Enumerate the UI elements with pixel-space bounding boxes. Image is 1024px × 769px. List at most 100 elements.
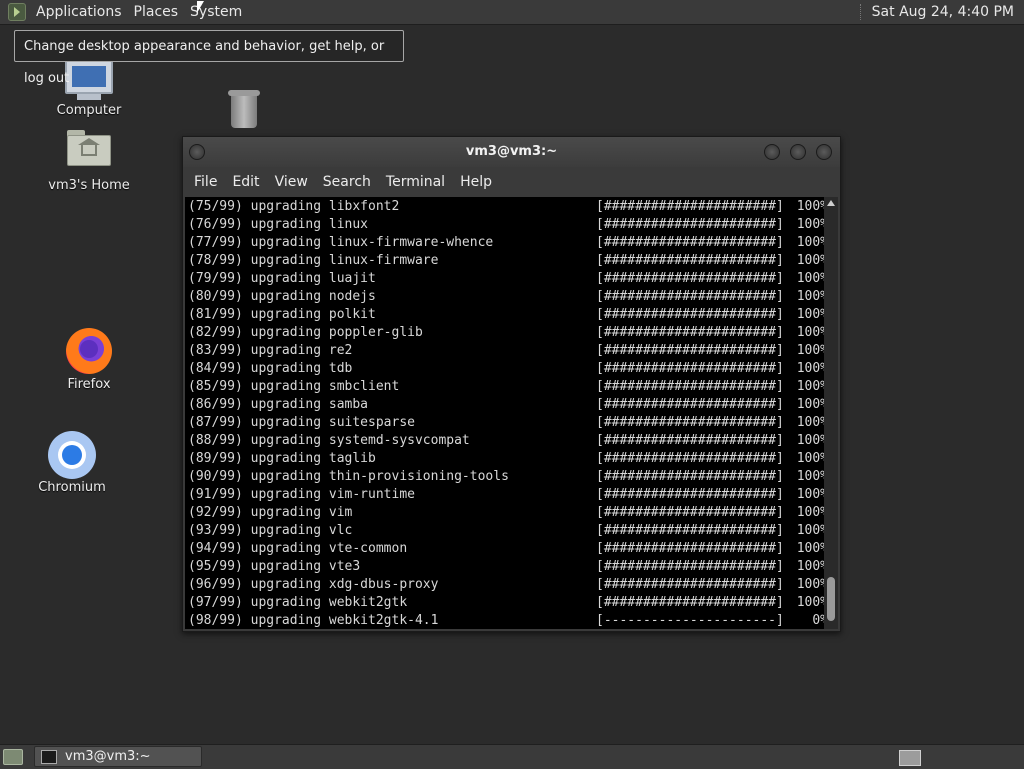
terminal-progress-bar: [######################]: [596, 199, 784, 214]
maximize-button[interactable]: [790, 144, 806, 160]
terminal-line: (77/99) upgrading linux-firmware-whence […: [188, 234, 824, 252]
menu-view[interactable]: View: [268, 167, 315, 197]
terminal-line-text: (86/99) upgrading samba: [188, 397, 369, 412]
menu-system[interactable]: System: [184, 0, 248, 24]
mouse-cursor-icon: [197, 1, 204, 13]
computer-icon: [65, 60, 113, 94]
terminal-line: (76/99) upgrading linux [################…: [188, 216, 824, 234]
scrollbar-thumb[interactable]: [827, 577, 835, 621]
terminal-progress-percent: 0%: [812, 613, 824, 628]
terminal-line: (96/99) upgrading xdg-dbus-proxy [#######…: [188, 576, 824, 594]
desktop-icon-label: vm3's Home: [48, 178, 130, 193]
terminal-line: (92/99) upgrading vim [##################…: [188, 504, 824, 522]
terminal-progress-bar: [######################]: [596, 505, 784, 520]
terminal-progress-bar: [######################]: [596, 361, 784, 376]
menu-search[interactable]: Search: [316, 167, 378, 197]
terminal-progress-percent: 100%: [796, 271, 824, 286]
terminal-progress-bar: [######################]: [596, 271, 784, 286]
terminal-line-text: (82/99) upgrading poppler-glib: [188, 325, 423, 340]
terminal-line: (75/99) upgrading libxfont2 [############…: [188, 198, 824, 216]
menu-edit[interactable]: Edit: [225, 167, 266, 197]
terminal-output[interactable]: (75/99) upgrading libxfont2 [############…: [185, 197, 824, 629]
terminal-line-text: (93/99) upgrading vlc: [188, 523, 353, 538]
minimize-button[interactable]: [764, 144, 780, 160]
taskbar-item-terminal[interactable]: vm3@vm3:~: [34, 746, 202, 767]
terminal-progress-bar: [######################]: [596, 415, 784, 430]
chromium-icon: [48, 431, 96, 479]
terminal-line: (82/99) upgrading poppler-glib [#########…: [188, 324, 824, 342]
terminal-progress-percent: 100%: [796, 307, 824, 322]
show-desktop-icon[interactable]: [3, 749, 23, 765]
terminal-line-text: (85/99) upgrading smbclient: [188, 379, 400, 394]
window-titlebar[interactable]: vm3@vm3:~: [183, 137, 840, 167]
terminal-progress-percent: 100%: [796, 559, 824, 574]
desktop-icon-home[interactable]: vm3's Home: [44, 130, 134, 193]
terminal-window[interactable]: vm3@vm3:~ File Edit View Search Terminal…: [182, 136, 841, 632]
terminal-progress-percent: 100%: [796, 541, 824, 556]
terminal-progress-bar: [######################]: [596, 433, 784, 448]
terminal-progress-percent: 100%: [796, 451, 824, 466]
clock[interactable]: Sat Aug 24, 4:40 PM: [872, 4, 1024, 20]
menu-help[interactable]: Help: [453, 167, 499, 197]
terminal-progress-percent: 100%: [796, 289, 824, 304]
terminal-line-text: (92/99) upgrading vim: [188, 505, 353, 520]
workspace-switcher-icon[interactable]: [899, 750, 921, 766]
terminal-progress-bar: [######################]: [596, 595, 784, 610]
terminal-line-text: (88/99) upgrading systemd-sysvcompat: [188, 433, 470, 448]
close-button[interactable]: [816, 144, 832, 160]
terminal-scrollbar[interactable]: [824, 197, 838, 629]
app-menu-icon[interactable]: [8, 3, 26, 21]
terminal-line-text: (96/99) upgrading xdg-dbus-proxy: [188, 577, 439, 592]
desktop-icon-trash[interactable]: [224, 88, 264, 128]
terminal-progress-percent: 100%: [796, 397, 824, 412]
trash-can: [231, 96, 257, 128]
taskbar-item-label: vm3@vm3:~: [65, 749, 151, 764]
terminal-progress-bar: [######################]: [596, 379, 784, 394]
terminal-line: (78/99) upgrading linux-firmware [#######…: [188, 252, 824, 270]
terminal-line-text: (81/99) upgrading polkit: [188, 307, 376, 322]
terminal-progress-percent: 100%: [796, 505, 824, 520]
terminal-line-text: (77/99) upgrading linux-firmware-whence: [188, 235, 494, 250]
terminal-progress-percent: 100%: [796, 217, 824, 232]
terminal-line-text: (83/99) upgrading re2: [188, 343, 353, 358]
terminal-progress-percent: 100%: [796, 415, 824, 430]
terminal-progress-bar: [######################]: [596, 541, 784, 556]
menu-places[interactable]: Places: [128, 0, 185, 24]
terminal-progress-percent: 100%: [796, 487, 824, 502]
desktop-icon-label: Firefox: [67, 377, 111, 392]
desktop-icon-label: Computer: [56, 103, 122, 118]
terminal-progress-bar: [######################]: [596, 289, 784, 304]
terminal-line: (88/99) upgrading systemd-sysvcompat [###…: [188, 432, 824, 450]
terminal-progress-bar: [######################]: [596, 253, 784, 268]
terminal-line: (95/99) upgrading vte3 [#################…: [188, 558, 824, 576]
terminal-line: (80/99) upgrading nodejs [###############…: [188, 288, 824, 306]
menu-terminal[interactable]: Terminal: [379, 167, 452, 197]
terminal-progress-percent: 100%: [796, 433, 824, 448]
terminal-line-text: (80/99) upgrading nodejs: [188, 289, 376, 304]
desktop-icon-firefox[interactable]: Firefox: [60, 328, 118, 392]
terminal-line: (85/99) upgrading smbclient [############…: [188, 378, 824, 396]
terminal-progress-percent: 100%: [796, 253, 824, 268]
terminal-progress-bar: [######################]: [596, 325, 784, 340]
top-panel: Applications Places System Sat Aug 24, 4…: [0, 0, 1024, 25]
terminal-progress-percent: 100%: [796, 325, 824, 340]
terminal-progress-bar: [######################]: [596, 523, 784, 538]
terminal-progress-percent: 100%: [796, 523, 824, 538]
terminal-line: (81/99) upgrading polkit [###############…: [188, 306, 824, 324]
top-panel-right: Sat Aug 24, 4:40 PM: [859, 0, 1024, 24]
terminal-line: (86/99) upgrading samba [################…: [188, 396, 824, 414]
terminal-line: (84/99) upgrading tdb [##################…: [188, 360, 824, 378]
scroll-up-arrow-icon[interactable]: [827, 200, 835, 206]
desktop-icon-chromium[interactable]: Chromium: [36, 431, 108, 495]
menu-file[interactable]: File: [187, 167, 224, 197]
terminal-progress-bar: [######################]: [596, 451, 784, 466]
terminal-progress-bar: [######################]: [596, 577, 784, 592]
terminal-line-text: (97/99) upgrading webkit2gtk: [188, 595, 408, 610]
terminal-line-text: (87/99) upgrading suitesparse: [188, 415, 415, 430]
menu-applications[interactable]: Applications: [30, 0, 128, 24]
window-title: vm3@vm3:~: [465, 144, 558, 159]
terminal-line: (91/99) upgrading vim-runtime [##########…: [188, 486, 824, 504]
terminal-progress-percent: 100%: [796, 577, 824, 592]
terminal-progress-percent: 100%: [796, 199, 824, 214]
terminal-line: (87/99) upgrading suitesparse [##########…: [188, 414, 824, 432]
